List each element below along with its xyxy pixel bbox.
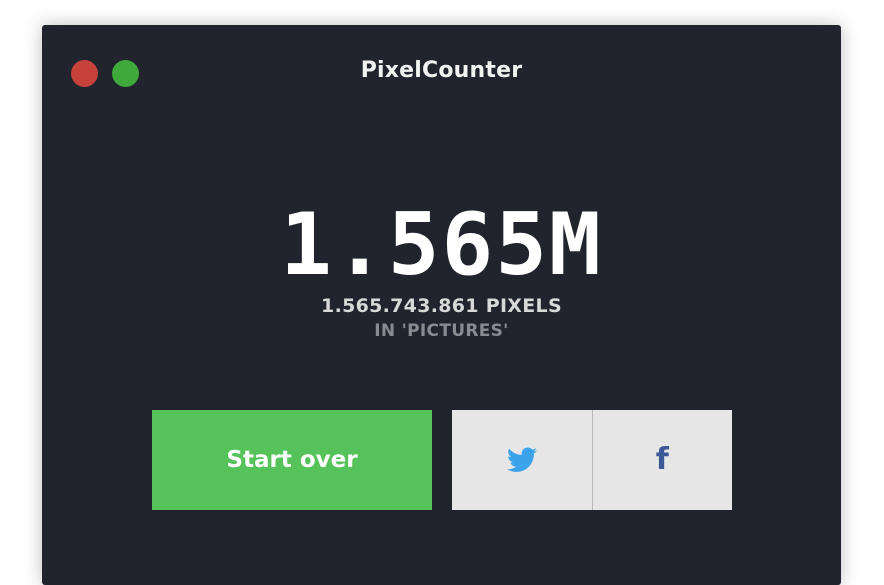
window-title: PixelCounter [360, 58, 523, 83]
pixel-count-short: 1.565M [280, 195, 603, 295]
share-buttons: f [452, 410, 732, 510]
facebook-icon: f [655, 442, 669, 477]
folder-label: IN 'PICTURES' [374, 321, 509, 341]
start-over-button[interactable]: Start over [152, 410, 432, 510]
twitter-icon [506, 447, 537, 472]
pixel-count-full: 1.565.743.861 PIXELS [321, 295, 562, 317]
share-facebook-button[interactable]: f [591, 410, 732, 510]
app-window: PixelCounter 1.565M 1.565.743.861 PIXELS… [42, 25, 841, 585]
share-twitter-button[interactable] [452, 410, 592, 510]
